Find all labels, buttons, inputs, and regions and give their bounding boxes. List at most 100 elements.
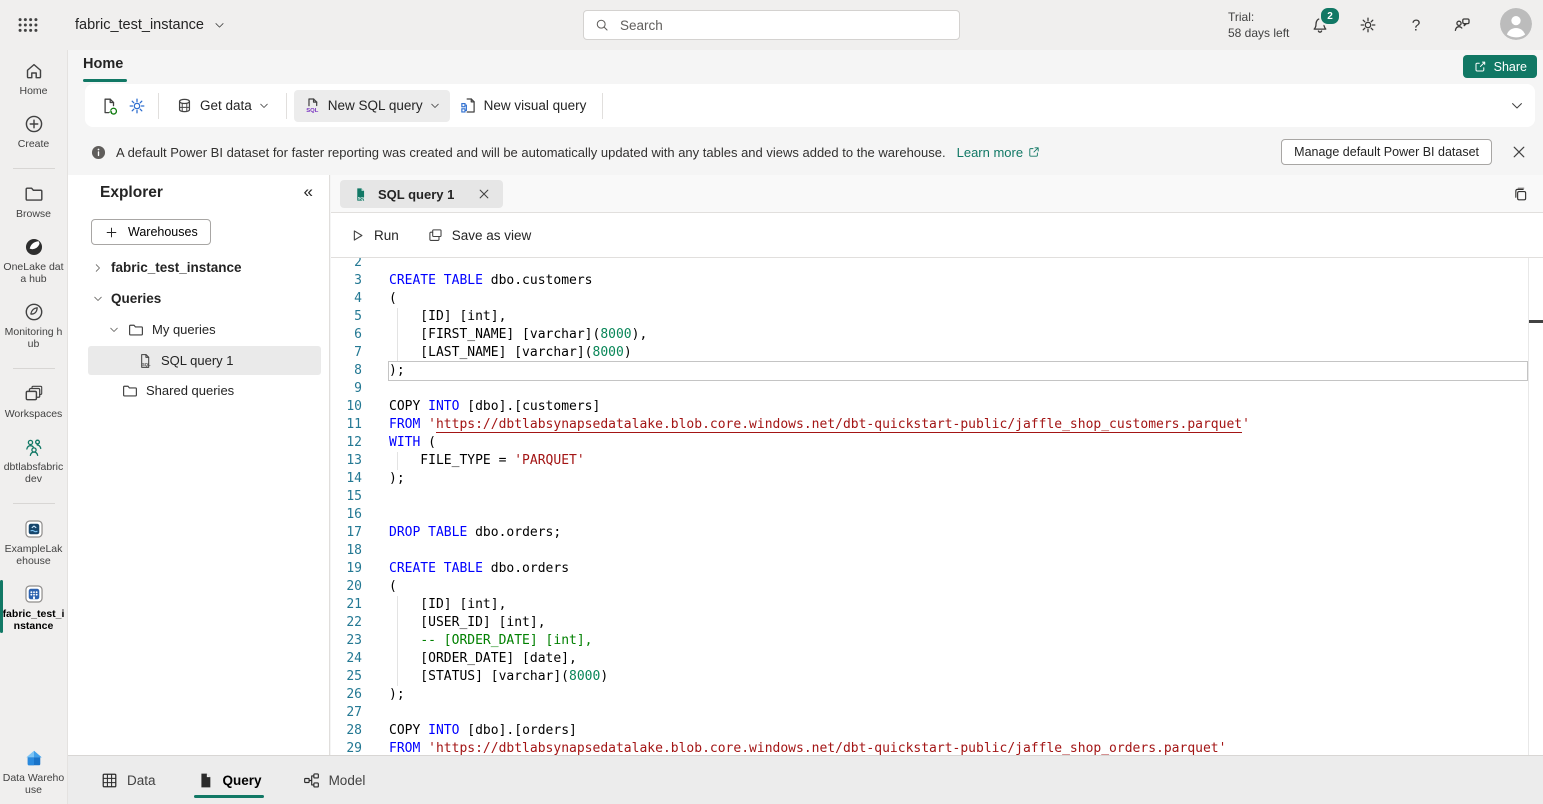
line-number: 8 <box>331 362 362 380</box>
nav-item-dbtlabsfabricdev[interactable]: dbtlabsfabricdev <box>0 436 67 485</box>
settings-gear-icon[interactable] <box>1358 15 1378 35</box>
code-text: FROM 'https://dbtlabsynapsedatalake.blob… <box>389 740 1226 755</box>
visual-query-icon <box>459 96 478 115</box>
code-line: 15 <box>331 488 1528 506</box>
explorer-search-icon[interactable] <box>292 223 310 241</box>
code-text: CREATE TABLE dbo.orders <box>389 560 569 578</box>
help-icon[interactable]: ? <box>1406 15 1426 35</box>
chevron-down-icon <box>213 19 226 32</box>
nav-item-label: fabric_test_instance <box>3 608 65 632</box>
bottom-tab-model[interactable]: Model <box>300 756 368 804</box>
collapse-toolbar-icon[interactable] <box>1509 98 1525 114</box>
sql-code-editor[interactable]: 23 CREATE TABLE dbo.customers4(5 [ID] [in… <box>331 258 1543 755</box>
line-number: 28 <box>331 722 362 740</box>
share-button[interactable]: Share <box>1463 55 1537 78</box>
get-data-label: Get data <box>200 98 252 113</box>
tab-home[interactable]: Home <box>83 56 123 72</box>
user-avatar[interactable] <box>1500 8 1532 40</box>
run-button-label: Run <box>374 228 399 243</box>
nav-item-create[interactable]: Create <box>0 113 67 150</box>
explorer-title: Explorer <box>100 184 163 202</box>
workspace-switcher[interactable]: fabric_test_instance <box>75 0 226 50</box>
close-tab-icon[interactable] <box>477 187 491 201</box>
line-number: 6 <box>331 326 362 344</box>
nav-item-label: Home <box>19 85 47 97</box>
nav-item-browse[interactable]: Browse <box>0 183 67 220</box>
tree-item-queries[interactable]: Queries <box>68 284 329 313</box>
code-line: 9 <box>331 380 1528 398</box>
nav-divider <box>13 168 55 169</box>
svg-text:?: ? <box>1412 17 1421 34</box>
nav-item-fabric-test-instance[interactable]: fabric_test_instance <box>0 583 67 632</box>
nav-item-home[interactable]: Home <box>0 60 67 97</box>
editor-settings-button[interactable] <box>123 92 151 120</box>
sql-doc-icon: SQL <box>303 96 322 115</box>
code-text: FROM 'https://dbtlabsynapsedatalake.blob… <box>389 416 1250 434</box>
run-button[interactable]: Run <box>349 227 399 244</box>
tree-item-my-queries[interactable]: My queries <box>68 315 329 344</box>
new-visual-query-button[interactable]: New visual query <box>450 90 596 122</box>
banner-close-icon[interactable] <box>1509 142 1529 162</box>
nav-item-monitoring-hub[interactable]: Monitoring hub <box>0 301 67 350</box>
nav-item-label: dbtlabsfabricdev <box>3 461 65 485</box>
code-line: 18 <box>331 542 1528 560</box>
code-line: 28COPY INTO [dbo].[orders] <box>331 722 1528 740</box>
bottom-tab-label: Data <box>127 773 156 788</box>
bottom-view-tabs: Data Query Model <box>68 755 1543 804</box>
line-number: 26 <box>331 686 362 704</box>
code-line: 5 [ID] [int], <box>331 308 1528 326</box>
get-data-button[interactable]: Get data <box>166 90 279 122</box>
chevron-down-icon[interactable] <box>108 324 120 336</box>
add-warehouses-button[interactable]: Warehouses <box>91 219 211 245</box>
global-search[interactable] <box>583 10 960 40</box>
manage-default-dataset-button[interactable]: Manage default Power BI dataset <box>1281 139 1492 165</box>
bottom-tab-data[interactable]: Data <box>98 756 158 804</box>
nav-item-workspaces[interactable]: Workspaces <box>0 383 67 420</box>
chevron-down-icon[interactable] <box>92 293 104 305</box>
line-number: 25 <box>331 668 362 686</box>
collapse-panel-icon[interactable]: « <box>304 182 313 202</box>
notification-count-badge: 2 <box>1319 6 1341 26</box>
code-text: ( <box>389 290 397 308</box>
save-as-view-icon <box>427 227 444 244</box>
new-sql-query-button[interactable]: SQLNew SQL query <box>294 90 450 122</box>
nav-item-data-warehouse[interactable]: Data Warehouse <box>0 747 67 796</box>
bottom-tab-query[interactable]: Query <box>194 756 264 804</box>
tree-item-fabric-test-instance[interactable]: fabric_test_instance <box>68 253 329 282</box>
code-line: 2 <box>331 258 1528 272</box>
waffle-menu-icon[interactable] <box>16 13 40 37</box>
line-number: 20 <box>331 578 362 596</box>
banner-message: A default Power BI dataset for faster re… <box>116 145 946 160</box>
external-link-icon <box>1027 145 1041 159</box>
line-number: 10 <box>331 398 362 416</box>
code-line: 12WITH ( <box>331 434 1528 452</box>
copy-icon[interactable] <box>1511 185 1530 204</box>
tree-item-shared-queries[interactable]: Shared queries <box>68 376 329 405</box>
info-banner: A default Power BI dataset for faster re… <box>68 129 1543 175</box>
tab-sql-query-1[interactable]: SQL SQL query 1 <box>340 180 503 208</box>
code-line: 4( <box>331 290 1528 308</box>
code-text: CREATE TABLE dbo.customers <box>389 272 593 290</box>
tree-item-label: My queries <box>152 322 216 337</box>
new-report-button[interactable] <box>95 92 123 120</box>
save-as-view-button[interactable]: Save as view <box>427 227 532 244</box>
tree-item-label: Queries <box>111 291 161 306</box>
code-text: ( <box>389 578 397 596</box>
code-text: [ID] [int], <box>389 596 506 614</box>
model-icon <box>302 771 321 790</box>
tree-item-sql-query-1[interactable]: SQLSQL query 1 <box>88 346 321 375</box>
nav-item-onelake-data-hub[interactable]: OneLake data hub <box>0 236 67 285</box>
chevron-right-icon[interactable] <box>92 262 104 274</box>
line-number: 12 <box>331 434 362 452</box>
code-line: 22 [USER_ID] [int], <box>331 614 1528 632</box>
code-text: [STATUS] [varchar](8000) <box>389 668 608 686</box>
search-input[interactable] <box>618 17 949 34</box>
feedback-icon[interactable] <box>1452 15 1472 35</box>
nav-item-examplelakehouse[interactable]: ExampleLakehouse <box>0 518 67 567</box>
query-tab-strip: SQL SQL query 1 <box>331 175 1543 213</box>
line-number: 23 <box>331 632 362 650</box>
toolbar: Get data SQLNew SQL queryNew visual query <box>85 84 1535 127</box>
save-as-view-label: Save as view <box>452 228 532 243</box>
learn-more-link[interactable]: Learn more <box>957 145 1041 160</box>
line-number: 18 <box>331 542 362 560</box>
